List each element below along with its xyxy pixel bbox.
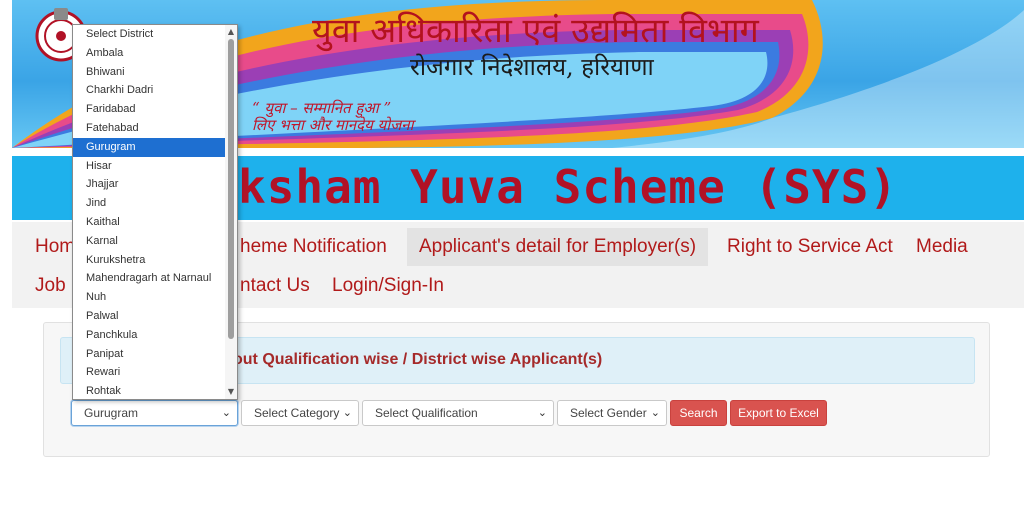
category-select[interactable]: Select Category ⌄ bbox=[241, 400, 359, 426]
district-option[interactable]: Rohtak bbox=[73, 382, 225, 399]
district-option[interactable]: Mahendragarh at Narnaul bbox=[73, 269, 225, 288]
scroll-thumb[interactable] bbox=[228, 39, 234, 339]
nav-login-sign-in[interactable]: Login/Sign-In bbox=[322, 267, 454, 305]
scroll-down-arrow-icon[interactable]: ▼ bbox=[227, 387, 235, 397]
nav-applicant-detail-for-employers[interactable]: Applicant's detail for Employer(s) bbox=[407, 228, 709, 266]
tagline-line-2: लिए भत्ता और मानदेय योजना bbox=[252, 116, 414, 134]
qualification-select-value: Select Qualification bbox=[375, 406, 478, 420]
gender-select[interactable]: Select Gender ⌄ bbox=[557, 400, 667, 426]
chevron-down-icon: ⌄ bbox=[342, 407, 352, 419]
chevron-down-icon: ⌄ bbox=[537, 407, 547, 419]
district-option[interactable]: Rewari bbox=[73, 363, 225, 382]
district-select-value: Gurugram bbox=[84, 406, 139, 420]
district-option[interactable]: Nuh bbox=[73, 288, 225, 307]
district-option[interactable]: Jind bbox=[73, 194, 225, 213]
district-option[interactable]: Faridabad bbox=[73, 100, 225, 119]
gender-select-value: Select Gender bbox=[570, 406, 647, 420]
nav-right-to-service-act[interactable]: Right to Service Act bbox=[717, 228, 903, 266]
district-option[interactable]: Select District bbox=[73, 25, 225, 44]
district-option[interactable]: Bhiwani bbox=[73, 63, 225, 82]
district-option[interactable]: Charkhi Dadri bbox=[73, 81, 225, 100]
directorate-subtitle-hindi: रोजगार निदेशालय, हरियाणा bbox=[410, 53, 654, 81]
district-option[interactable]: Panipat bbox=[73, 345, 225, 364]
nav-scheme-notification[interactable]: heme Notification bbox=[230, 228, 397, 266]
district-option[interactable]: Fatehabad bbox=[73, 119, 225, 138]
district-option[interactable]: Hisar bbox=[73, 157, 225, 176]
district-option[interactable]: Karnal bbox=[73, 232, 225, 251]
district-option[interactable]: Panchkula bbox=[73, 326, 225, 345]
nav-media[interactable]: Media bbox=[906, 228, 978, 266]
qualification-select[interactable]: Select Qualification ⌄ bbox=[362, 400, 554, 426]
chevron-down-icon: ⌄ bbox=[650, 407, 660, 419]
district-option[interactable]: Palwal bbox=[73, 307, 225, 326]
district-option[interactable]: Jhajjar bbox=[73, 175, 225, 194]
category-select-value: Select Category bbox=[254, 406, 340, 420]
scheme-title: ksham Yuva Scheme (SYS) bbox=[238, 160, 898, 214]
nav-contact-us[interactable]: ntact Us bbox=[230, 267, 320, 305]
search-button[interactable]: Search bbox=[670, 400, 727, 426]
dropdown-scrollbar[interactable]: ▲ ▼ bbox=[225, 25, 237, 399]
district-option[interactable]: Ambala bbox=[73, 44, 225, 63]
district-select[interactable]: Gurugram ⌄ bbox=[71, 400, 238, 426]
panel-heading-text: out Qualification wise / District wise A… bbox=[233, 351, 603, 368]
page: युवा अधिकारिता एवं उद्यमिता विभाग रोजगार… bbox=[0, 0, 1024, 512]
district-options: Select District Ambala Bhiwani Charkhi Dadr… bbox=[73, 25, 237, 399]
district-option[interactable]: Gurugram bbox=[73, 137, 225, 157]
district-dropdown-list[interactable]: Select District Ambala Bhiwani Charkhi Dadr… bbox=[72, 24, 238, 400]
scroll-up-arrow-icon[interactable]: ▲ bbox=[227, 27, 235, 37]
district-option[interactable]: Kurukshetra bbox=[73, 251, 225, 270]
chevron-down-icon: ⌄ bbox=[221, 407, 231, 419]
nav-job[interactable]: Job bbox=[25, 267, 76, 305]
export-to-excel-button[interactable]: Export to Excel bbox=[730, 400, 827, 426]
district-option[interactable]: Kaithal bbox=[73, 213, 225, 232]
department-title-hindi: युवा अधिकारिता एवं उद्यमिता विभाग bbox=[312, 11, 759, 51]
